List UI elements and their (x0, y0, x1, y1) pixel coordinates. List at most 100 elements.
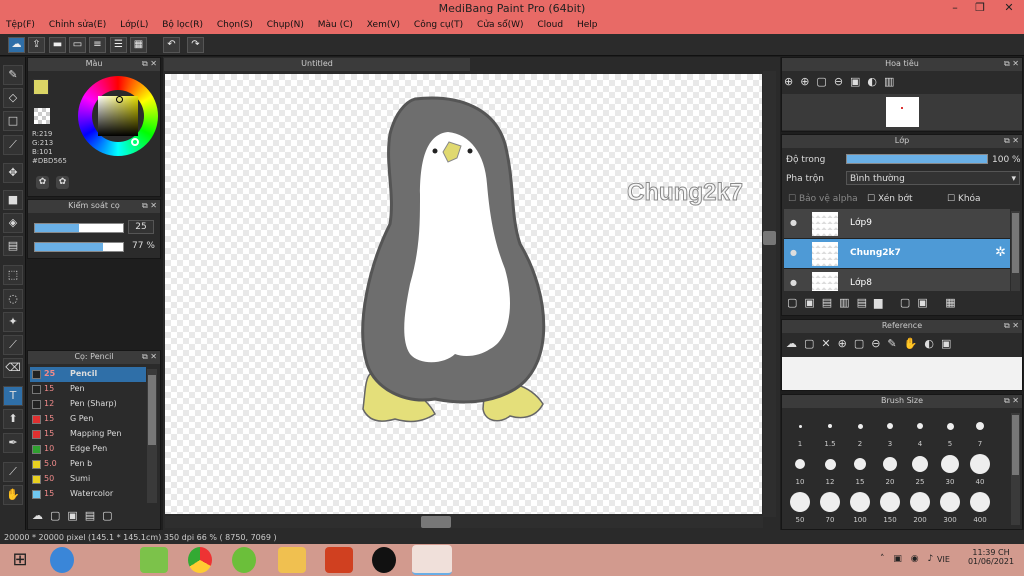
menu-view[interactable]: Xem(V) (361, 17, 400, 30)
comment-icon[interactable]: ▬ (49, 37, 66, 53)
blend-mode-select[interactable]: Bình thường ▾ (846, 171, 1020, 185)
hand-tool-icon[interactable]: ✋ (3, 485, 23, 505)
brush-size-option[interactable]: 300 (936, 488, 964, 524)
brush-size-option[interactable]: 10 (786, 450, 814, 486)
page-icon[interactable]: ▭ (69, 37, 86, 53)
brush-size-option[interactable]: 7 (966, 412, 994, 448)
panel-options-icon[interactable]: ⧉ ✕ (1004, 135, 1019, 147)
brush-size-option[interactable]: 70 (816, 488, 844, 524)
menu-color[interactable]: Màu (C) (312, 17, 353, 30)
move-tool-icon[interactable]: ✥ (3, 163, 23, 183)
panel-options-icon[interactable]: ⧉ ✕ (142, 58, 157, 70)
document-icon[interactable]: ≡ (89, 37, 106, 53)
menu-select[interactable]: Chọn(S) (211, 17, 253, 30)
chrome-icon[interactable] (188, 547, 212, 573)
brush-size-option[interactable]: 200 (906, 488, 934, 524)
pen-tool-icon[interactable]: ✒ (3, 433, 23, 453)
reference-toolbar[interactable]: ☁▢✕⊕▢⊖✎✋◐▣ (786, 337, 958, 350)
maximize-button[interactable]: ❐ (967, 0, 993, 17)
palette-icon[interactable]: ✿ (36, 176, 49, 189)
menu-edit[interactable]: Chỉnh sửa(E) (43, 17, 106, 30)
language-indicator[interactable]: VIE (937, 555, 950, 564)
select-tool-icon[interactable]: ⬚ (3, 265, 23, 285)
brush-size-option[interactable]: 5 (936, 412, 964, 448)
brush-size-option[interactable]: 100 (846, 488, 874, 524)
layer-row[interactable]: ● Chung2k7 ✲ (784, 239, 1010, 269)
brush-list-item[interactable]: 50 Sumi (30, 472, 146, 487)
file-explorer-icon[interactable] (278, 547, 306, 573)
medibang-taskbar-icon[interactable] (412, 545, 452, 575)
cloud-icon[interactable]: ☁ (8, 37, 25, 53)
color-settings-icon[interactable]: ✿ (56, 176, 69, 189)
brush-tool-icon[interactable]: ✎ (3, 65, 23, 85)
system-tray-icons[interactable]: ˄ ▣ ◉ ♪ (880, 554, 936, 564)
tiktok-icon[interactable] (372, 547, 396, 573)
brush-size-option[interactable]: 2 (846, 412, 874, 448)
panel-options-icon[interactable]: ⧉ ✕ (1004, 320, 1019, 332)
vertical-scrollbar[interactable] (763, 71, 776, 517)
brush-size-option[interactable]: 30 (936, 450, 964, 486)
layer-settings-icon[interactable]: ✲ (995, 245, 1006, 260)
brush-size-option[interactable]: 150 (876, 488, 904, 524)
color-picker-marker[interactable] (116, 96, 123, 103)
menu-layer[interactable]: Lớp(L) (114, 17, 148, 30)
foreground-color-swatch[interactable] (33, 79, 49, 95)
brush-opacity-slider[interactable] (34, 242, 124, 252)
brush-size-value[interactable]: 25 (128, 220, 154, 234)
menu-snap[interactable]: Chụp(N) (261, 17, 304, 30)
magic-wand-icon[interactable]: ✦ (3, 312, 23, 332)
brush-size-option[interactable]: 50 (786, 488, 814, 524)
brush-list-item[interactable]: 10 Edge Pen (30, 442, 146, 457)
brush-size-scrollbar[interactable] (1011, 413, 1020, 525)
start-icon[interactable]: ⊞ (6, 547, 34, 573)
grid-icon[interactable]: ▦ (130, 37, 147, 53)
menu-window[interactable]: Cửa sổ(W) (471, 17, 523, 30)
layer-list-scrollbar[interactable] (1011, 211, 1020, 291)
lock-checkbox[interactable]: ☐ Khóa (947, 194, 981, 204)
internet-explorer-icon[interactable] (50, 547, 74, 573)
brush-list-item[interactable]: 15 Pen (30, 382, 146, 397)
dot-tool-icon[interactable]: ⟋ (3, 135, 23, 155)
protect-alpha-checkbox[interactable]: ☐ Bảo vệ alpha (788, 194, 858, 204)
clock[interactable]: 11:39 CH 01/06/2021 (965, 548, 1017, 566)
brush-size-option[interactable]: 3 (876, 412, 904, 448)
layer-panel-actions[interactable]: ▢▣▤▥▤▆ ▢▣ ▦ (787, 296, 963, 309)
menu-file[interactable]: Tệp(F) (0, 17, 35, 30)
brush-list-item[interactable]: 15 Mapping Pen (30, 427, 146, 442)
drawing-canvas[interactable]: Chung2k7 (165, 74, 762, 514)
undo-button[interactable]: ↶ (163, 37, 180, 53)
layer-visibility-icon[interactable]: ● (790, 248, 797, 257)
menu-cloud[interactable]: Cloud (531, 17, 563, 30)
app-icon[interactable] (232, 547, 256, 573)
brush-size-option[interactable]: 4 (906, 412, 934, 448)
lasso-tool-icon[interactable]: ◌ (3, 289, 23, 309)
eraser-tool-icon[interactable]: ◇ (3, 88, 23, 108)
brush-size-option[interactable]: 25 (906, 450, 934, 486)
bucket-tool-icon[interactable]: ◈ (3, 213, 23, 233)
eyedropper-tool-icon[interactable]: ⟋ (3, 462, 23, 482)
brush-panel-actions[interactable]: ☁▢▣▤▢ (32, 509, 120, 522)
select-pen-icon[interactable]: ⟋ (3, 335, 23, 355)
clipping-checkbox[interactable]: ☐ Xén bớt (867, 194, 913, 204)
layer-visibility-icon[interactable]: ● (790, 218, 797, 227)
fill-shape-tool-icon[interactable]: ■ (3, 190, 23, 210)
brush-list-item[interactable]: 15 G Pen (30, 412, 146, 427)
brush-size-slider[interactable] (34, 223, 124, 233)
brush-list-scrollbar[interactable] (147, 369, 157, 503)
layer-visibility-icon[interactable]: ● (790, 278, 797, 287)
powerpoint-icon[interactable] (325, 547, 353, 573)
brush-size-option[interactable]: 20 (876, 450, 904, 486)
panel-options-icon[interactable]: ⧉ ✕ (1004, 395, 1019, 407)
menu-tools[interactable]: Công cụ(T) (408, 17, 463, 30)
brush-size-option[interactable]: 1 (786, 412, 814, 448)
brush-list-item[interactable]: 5.0 Pen b (30, 457, 146, 472)
brush-size-option[interactable]: 400 (966, 488, 994, 524)
redo-button[interactable]: ↷ (187, 37, 204, 53)
brush-size-option[interactable]: 1.5 (816, 412, 844, 448)
brush-size-option[interactable]: 12 (816, 450, 844, 486)
brush-list-item[interactable]: 25Pencil✲ (30, 367, 146, 382)
color-wheel[interactable] (78, 76, 158, 156)
close-button[interactable]: ✕ (994, 0, 1024, 17)
navigator-toolbar[interactable]: ⊕⊕▢⊖▣◐▥ (784, 75, 901, 88)
layer-opacity-slider[interactable] (846, 154, 988, 164)
